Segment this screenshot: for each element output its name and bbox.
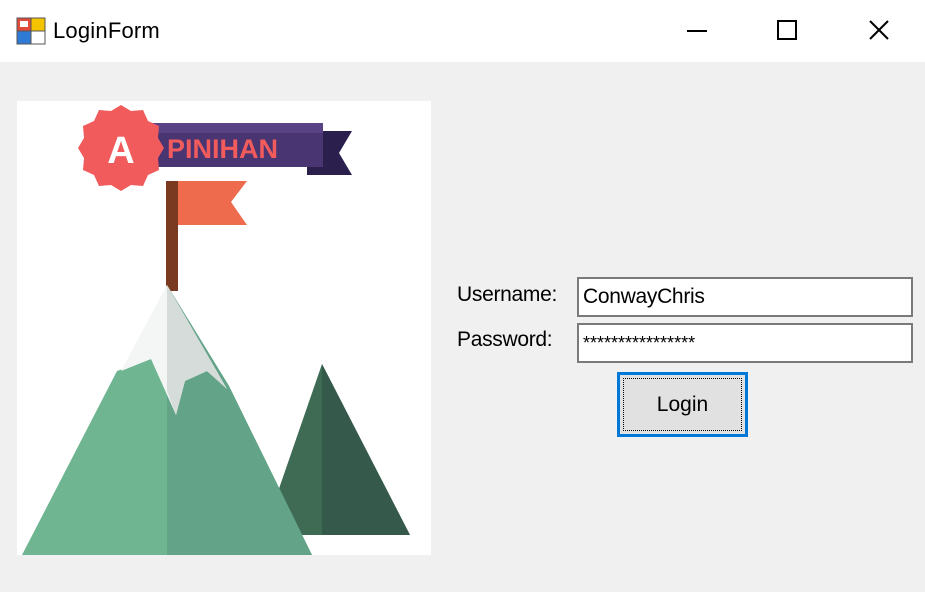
flag bbox=[178, 181, 247, 225]
window-title: LoginForm bbox=[53, 18, 160, 43]
username-label: Username: bbox=[457, 283, 558, 306]
form-client-area: PINIHAN A Username: Password: ConwayChri… bbox=[0, 62, 925, 592]
login-button-label: Login bbox=[656, 392, 709, 416]
login-button[interactable]: Login bbox=[617, 372, 748, 437]
brand-text: PINIHAN bbox=[167, 134, 278, 164]
maximize-icon bbox=[777, 20, 797, 40]
logo-picture: PINIHAN A bbox=[17, 101, 431, 555]
minimize-button[interactable] bbox=[651, 0, 743, 60]
password-label: Password: bbox=[457, 328, 553, 351]
mountain-flag-logo: PINIHAN A bbox=[22, 105, 410, 555]
login-form-window: LoginForm PINIHAN A Username: Password: … bbox=[0, 0, 925, 592]
badge-letter: A bbox=[107, 130, 134, 172]
maximize-button[interactable] bbox=[741, 0, 833, 60]
flag-pole bbox=[166, 181, 178, 291]
close-button[interactable] bbox=[833, 0, 925, 60]
app-icon bbox=[16, 17, 46, 45]
close-icon bbox=[869, 20, 889, 40]
title-bar[interactable]: LoginForm bbox=[0, 0, 925, 62]
username-input[interactable] bbox=[577, 277, 913, 317]
minimize-icon bbox=[687, 30, 707, 32]
badge-seal: A bbox=[78, 105, 164, 191]
password-input[interactable] bbox=[577, 323, 913, 363]
